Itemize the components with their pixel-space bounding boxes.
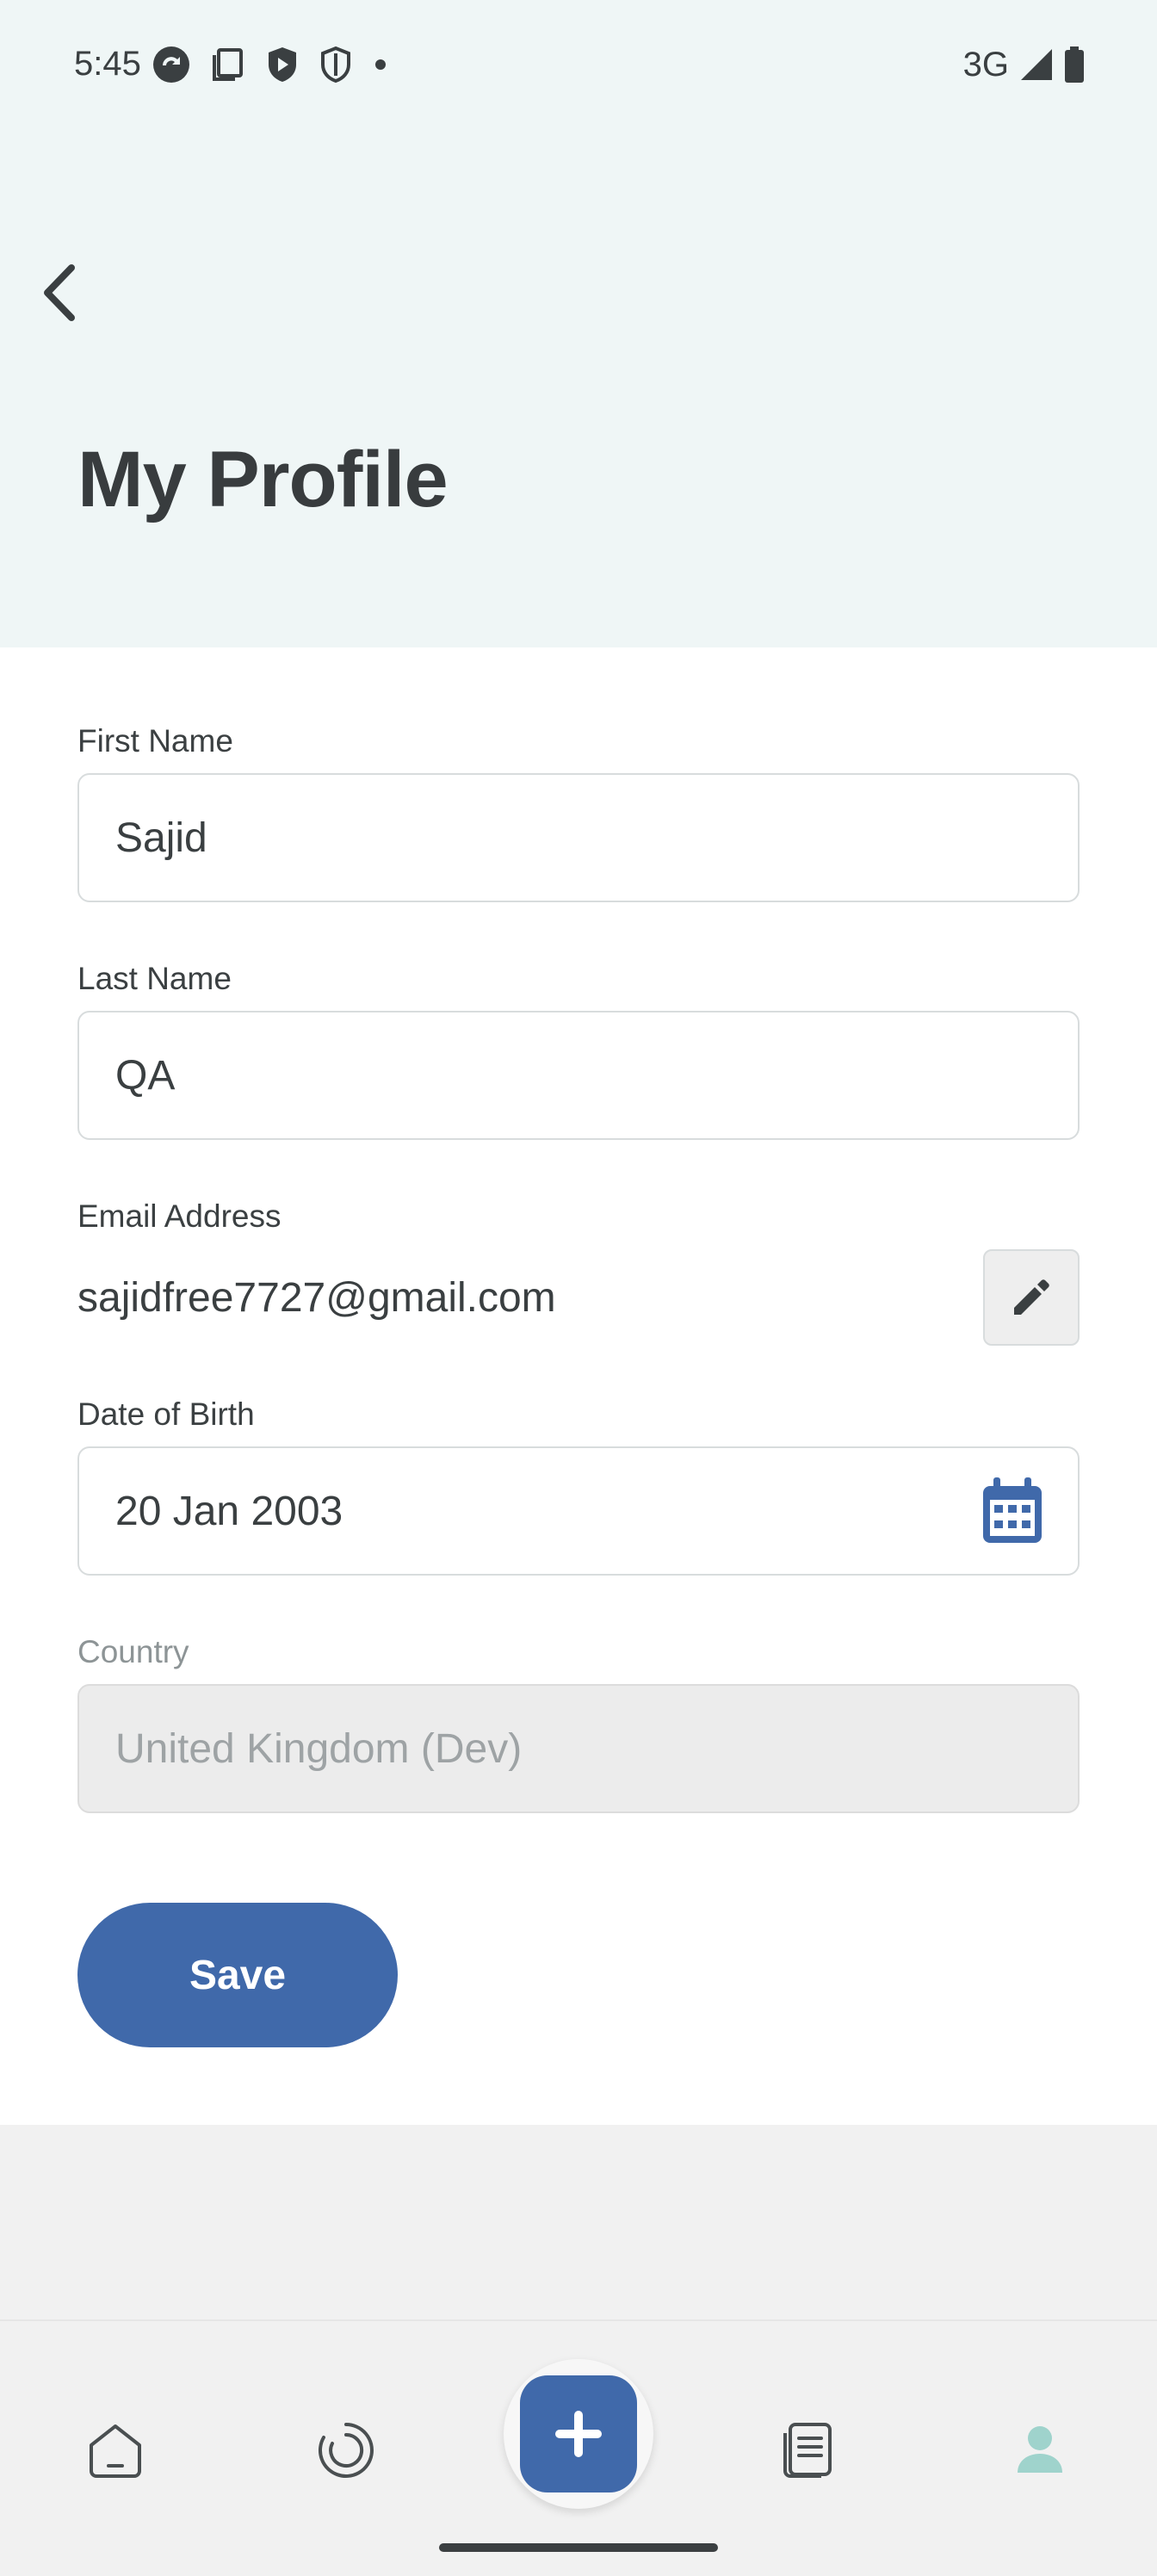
progress-icon	[319, 2423, 374, 2478]
email-value: sajidfree7727@gmail.com	[77, 1274, 556, 1321]
email-row: sajidfree7727@gmail.com	[77, 1248, 1080, 1347]
first-name-group: First Name Sajid	[77, 723, 1080, 902]
documents-icon	[783, 2423, 832, 2478]
dot-icon	[375, 59, 386, 70]
home-icon	[90, 2424, 141, 2478]
first-name-label: First Name	[77, 723, 233, 759]
chevron-left-icon	[44, 264, 75, 321]
status-time: 5:45	[74, 45, 141, 83]
content-spacer	[0, 2125, 1157, 2319]
battery-icon	[1065, 46, 1084, 83]
status-icons-right: 3G	[963, 45, 1085, 84]
dob-value: 20 Jan 2003	[115, 1488, 343, 1534]
status-icons-left	[152, 45, 389, 84]
email-label: Email Address	[77, 1198, 282, 1234]
nav-documents[interactable]	[773, 2416, 842, 2485]
profile-icon	[1018, 2426, 1062, 2473]
back-button[interactable]	[26, 258, 95, 327]
add-icon	[555, 2411, 602, 2457]
dob-input[interactable]: 20 Jan 2003	[77, 1446, 1080, 1576]
country-group: Country United Kingdom (Dev)	[77, 1634, 1080, 1813]
country-input: United Kingdom (Dev)	[77, 1684, 1080, 1813]
last-name-label: Last Name	[77, 961, 232, 996]
shield-icon	[321, 46, 350, 84]
first-name-input[interactable]: Sajid	[77, 773, 1080, 902]
clipboard-icon	[213, 48, 243, 81]
header: 5:45 3G My Profile	[0, 0, 1157, 647]
email-group: Email Address sajidfree7727@gmail.com	[77, 1198, 1080, 1347]
dob-label: Date of Birth	[77, 1396, 255, 1432]
calendar-icon[interactable]	[980, 1477, 1045, 1546]
bottom-nav	[0, 2319, 1157, 2576]
nav-progress[interactable]	[312, 2416, 381, 2485]
signal-icon	[1021, 49, 1052, 80]
page-title: My Profile	[77, 436, 449, 523]
last-name-group: Last Name QA	[77, 961, 1080, 1140]
home-indicator	[439, 2543, 718, 2552]
last-name-input[interactable]: QA	[77, 1011, 1080, 1140]
dob-group: Date of Birth 20 Jan 2003	[77, 1396, 1080, 1576]
profile-form: First Name Sajid Last Name QA Email Addr…	[77, 723, 1080, 1872]
save-button[interactable]: Save	[77, 1903, 398, 2047]
add-button[interactable]	[520, 2375, 637, 2492]
nav-home[interactable]	[81, 2416, 150, 2485]
pencil-icon	[1014, 1279, 1049, 1315]
nav-profile[interactable]	[1005, 2416, 1074, 2485]
network-type: 3G	[962, 45, 1009, 84]
edit-email-button[interactable]	[983, 1249, 1080, 1346]
shield-play-icon	[269, 47, 296, 82]
sync-icon	[153, 46, 189, 83]
status-bar: 5:45 3G	[0, 0, 1157, 129]
country-label: Country	[77, 1634, 189, 1669]
